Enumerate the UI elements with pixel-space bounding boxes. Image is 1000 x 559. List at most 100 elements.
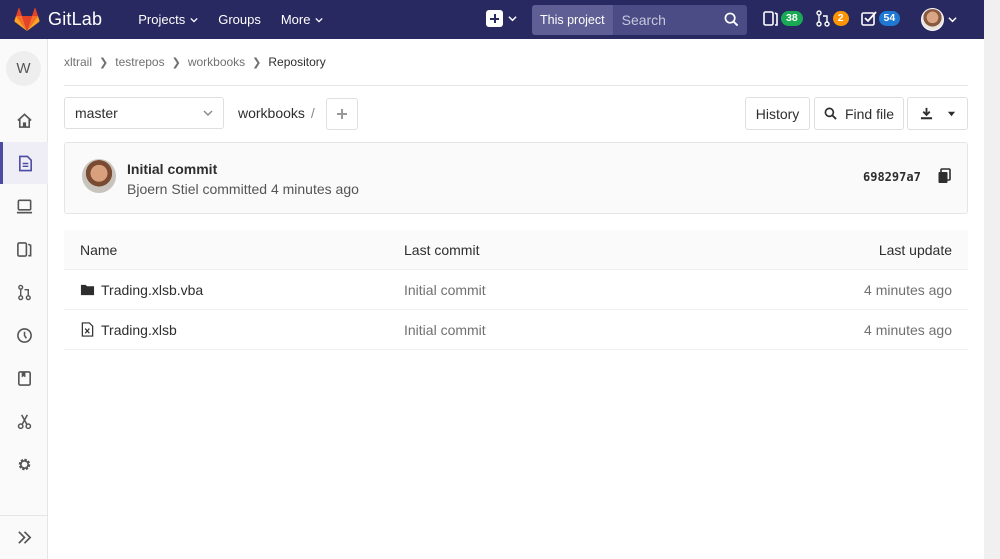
row-updated: 4 minutes ago: [864, 281, 952, 298]
branch-selector[interactable]: master: [64, 97, 224, 129]
nav-projects[interactable]: Projects: [138, 12, 198, 27]
merge-request-icon: [17, 284, 31, 300]
caret-down-icon: [947, 111, 955, 117]
repo-path-root[interactable]: workbooks: [238, 105, 305, 121]
merge-requests-count-badge: 2: [832, 11, 849, 26]
chevron-right-icon: ❯: [252, 56, 262, 69]
row-updated: 4 minutes ago: [864, 321, 952, 338]
sidebar-item-settings[interactable]: [0, 443, 48, 485]
commit-title[interactable]: Initial commit: [127, 161, 217, 177]
folder-icon: [80, 284, 95, 296]
search-icon: [824, 107, 837, 120]
wiki-icon: [17, 370, 31, 386]
sidebar-item-repository[interactable]: [0, 142, 48, 184]
row-commit-message[interactable]: Initial commit: [404, 322, 744, 338]
copy-icon[interactable]: [937, 168, 953, 184]
file-name-link[interactable]: Trading.xlsb: [101, 322, 177, 338]
todos-counter[interactable]: 54: [860, 10, 901, 27]
vertical-scrollbar[interactable]: [984, 0, 1000, 559]
sidebar-item-cicd[interactable]: [0, 185, 48, 227]
file-name-link[interactable]: Trading.xlsb.vba: [101, 282, 203, 298]
nav-projects-label: Projects: [138, 12, 186, 27]
project-avatar[interactable]: W: [6, 51, 41, 86]
add-to-tree-button[interactable]: [326, 98, 358, 130]
todo-icon: [860, 11, 877, 26]
search-box: This project: [532, 5, 747, 35]
breadcrumb-item-project[interactable]: workbooks: [188, 55, 245, 69]
history-button[interactable]: History: [745, 97, 810, 130]
last-commit-panel: Initial commit Bjoern Stiel committed 4 …: [64, 142, 968, 214]
search-icon[interactable]: [724, 12, 739, 27]
chevron-down-icon[interactable]: [948, 15, 957, 24]
download-icon: [920, 107, 932, 120]
sidebar-item-merge-requests[interactable]: [0, 271, 48, 313]
top-navbar: GitLab Projects Groups More This project…: [0, 0, 984, 39]
operations-icon: [16, 327, 32, 343]
cicd-icon: [16, 199, 32, 213]
sidebar-item-issues[interactable]: [0, 228, 48, 270]
nav-groups-label: Groups: [218, 12, 261, 27]
breadcrumb: xltrail ❯ testrepos ❯ workbooks ❯ Reposi…: [64, 55, 326, 69]
search-input[interactable]: [621, 12, 732, 28]
commit-author-avatar[interactable]: [82, 159, 116, 193]
repository-icon: [19, 155, 32, 171]
sidebar-item-operations[interactable]: [0, 314, 48, 356]
find-file-label: Find file: [844, 105, 895, 122]
issues-count-badge: 38: [781, 11, 803, 26]
commit-meta: Bjoern Stiel committed 4 minutes ago: [127, 181, 359, 197]
chevron-down-icon: [315, 17, 324, 23]
table-row[interactable]: Trading.xlsb Initial commit 4 minutes ag…: [64, 310, 968, 350]
sidebar-item-wiki[interactable]: [0, 357, 48, 399]
chevron-right-icon: ❯: [99, 56, 109, 69]
gitlab-tanuki-icon: [14, 7, 40, 31]
repo-path: workbooks /: [238, 105, 315, 121]
collapse-sidebar-button[interactable]: [0, 515, 48, 559]
table-header: Name Last commit Last update: [64, 230, 968, 270]
sidebar-item-project-home[interactable]: [0, 99, 48, 141]
nav-more[interactable]: More: [281, 12, 324, 27]
nav-more-label: More: [280, 12, 311, 27]
new-item-dropdown[interactable]: [486, 10, 517, 27]
sidebar-item-snippets[interactable]: [0, 400, 48, 442]
todos-count-badge: 54: [878, 11, 901, 26]
excel-file-icon: [81, 322, 94, 337]
path-separator: /: [310, 105, 315, 121]
chevron-down-icon: [508, 16, 517, 22]
breadcrumb-item-group[interactable]: xltrail: [64, 55, 92, 69]
merge-request-icon: [815, 10, 830, 27]
merge-requests-counter[interactable]: 2: [815, 10, 849, 27]
double-chevron-right-icon: [17, 531, 31, 544]
snippets-icon: [17, 414, 31, 429]
chevron-down-icon: [203, 110, 213, 116]
main-nav: Projects Groups More: [138, 12, 343, 27]
breadcrumb-divider: [64, 85, 968, 86]
search-scope-badge[interactable]: This project: [532, 5, 613, 35]
issues-icon: [16, 241, 31, 257]
table-row[interactable]: Trading.xlsb.vba Initial commit 4 minute…: [64, 270, 968, 310]
issues-counter[interactable]: 38: [763, 10, 803, 27]
breadcrumb-current[interactable]: Repository: [268, 55, 325, 69]
project-sidebar: W: [0, 39, 48, 559]
file-tree-table: Name Last commit Last update Trading.xls…: [64, 230, 968, 350]
header-counters: 38 2 54: [763, 10, 912, 27]
column-header-last-commit: Last commit: [404, 241, 480, 258]
row-name-cell: Trading.xlsb: [64, 322, 404, 338]
commit-author[interactable]: Bjoern Stiel: [127, 181, 199, 197]
chevron-down-icon: [190, 17, 198, 23]
column-header-name: Name: [80, 241, 118, 258]
brand-name: GitLab: [48, 9, 103, 29]
issues-icon: [763, 11, 778, 26]
branch-name: master: [75, 105, 118, 121]
row-commit-message[interactable]: Initial commit: [404, 282, 744, 298]
home-icon: [16, 112, 32, 128]
user-avatar[interactable]: [921, 8, 944, 31]
chevron-right-icon: ❯: [171, 56, 181, 69]
row-name-cell: Trading.xlsb.vba: [64, 282, 404, 298]
find-file-button[interactable]: Find file: [814, 97, 904, 130]
breadcrumb-item-subgroup[interactable]: testrepos: [115, 55, 164, 69]
plus-icon: [337, 109, 347, 119]
commit-sha[interactable]: 698297a7: [863, 170, 921, 184]
nav-groups[interactable]: Groups: [218, 12, 261, 27]
download-dropdown-button[interactable]: [907, 97, 968, 130]
gitlab-logo[interactable]: GitLab: [14, 7, 103, 32]
